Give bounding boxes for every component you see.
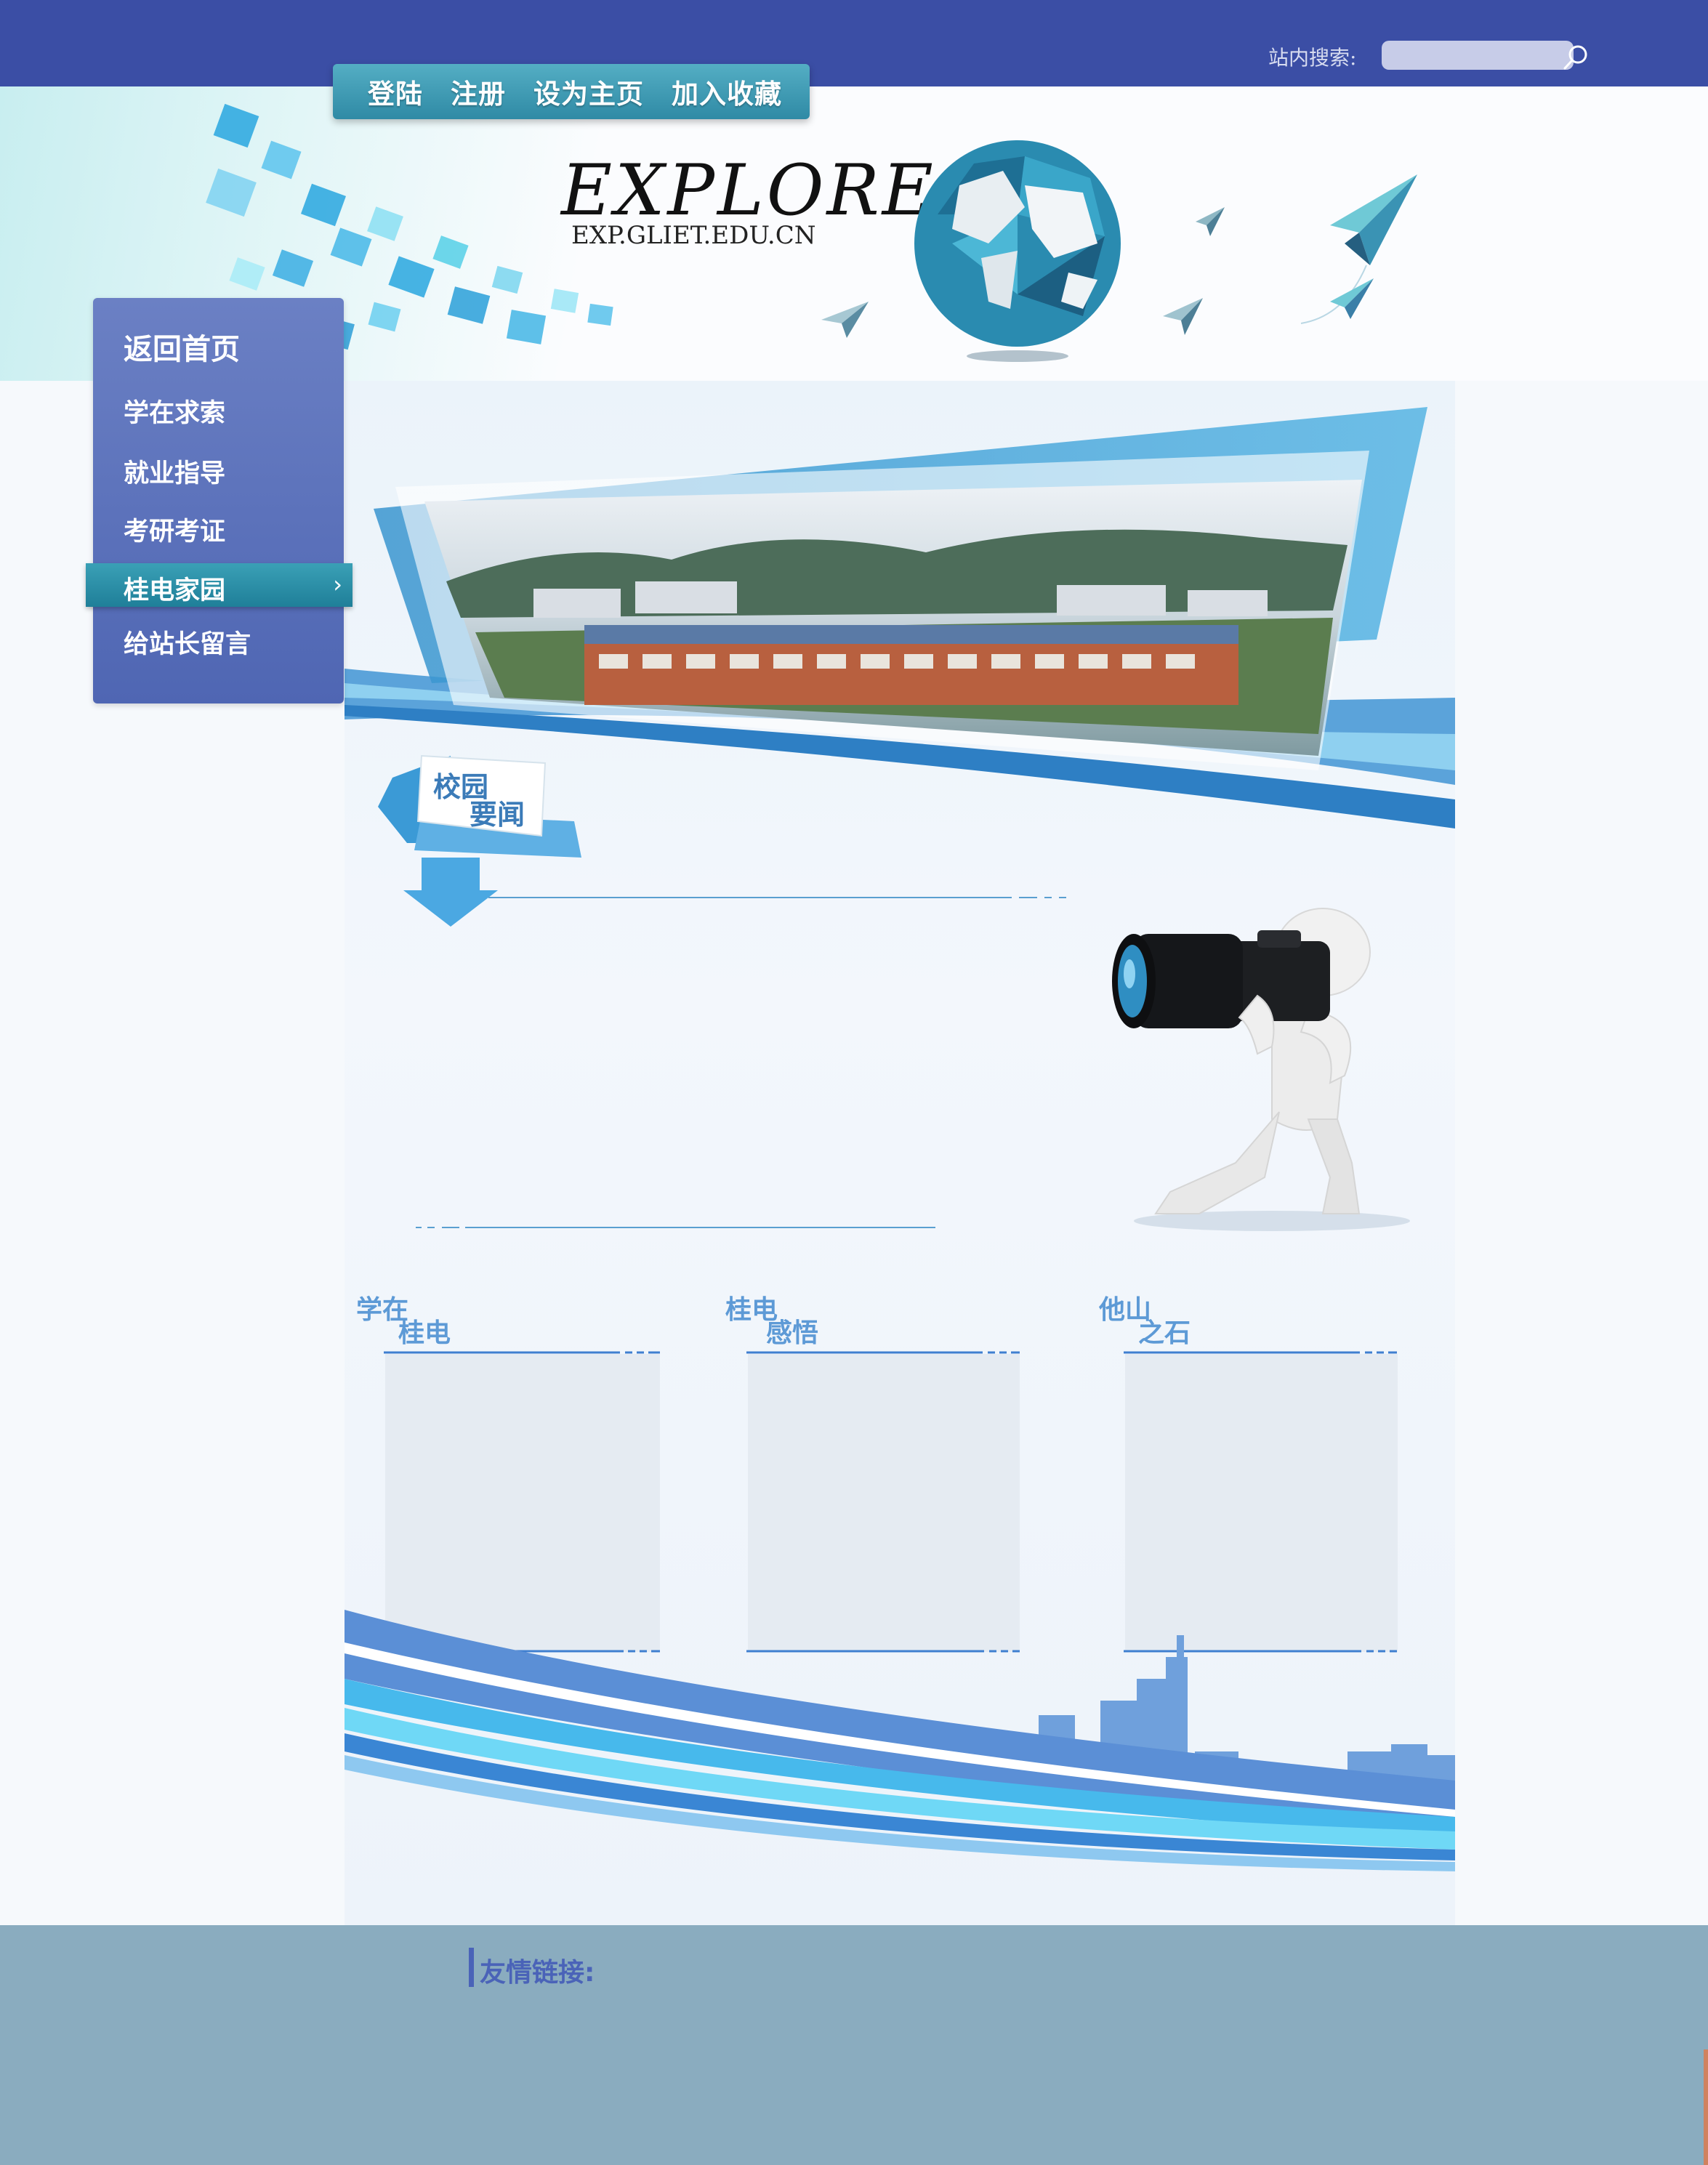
menu-item-message[interactable]: 给站长留言 [124, 624, 251, 661]
add-favorite-link[interactable]: 加入收藏 [672, 72, 782, 111]
menu-home[interactable]: 返回首页 [124, 326, 240, 368]
side-menu: 返回首页 学在求索 就业指导 考研考证 给站长留言 [93, 298, 344, 703]
news-title-line2: 要闻 [470, 799, 525, 831]
menu-item-label: 桂电家园 [124, 576, 226, 605]
search-input[interactable] [1382, 41, 1574, 70]
search-icon[interactable] [1560, 41, 1591, 72]
menu-item-career[interactable]: 就业指导 [124, 453, 225, 490]
menu-item-exams[interactable]: 考研考证 [124, 511, 225, 548]
footer-accent-bar [469, 1948, 474, 1987]
search-label: 站内搜索: [1268, 46, 1357, 70]
register-link[interactable]: 注册 [451, 72, 506, 111]
paper-planes-decoration [821, 174, 1417, 338]
set-homepage-link[interactable]: 设为主页 [533, 72, 644, 111]
news-divider-top [488, 897, 1066, 898]
section-title-study-line2: 桂电 [398, 1318, 451, 1348]
site-domain: EXP.GLIET.EDU.CN [571, 221, 816, 250]
section-title-others-line2: 之石 [1138, 1318, 1191, 1348]
city-skyline-waves [345, 1610, 1455, 1871]
news-tag: 校园 要闻 [363, 734, 596, 938]
section-title-insight-line2: 感悟 [766, 1318, 819, 1348]
menu-item-campus-home[interactable]: 桂电家园 › [86, 563, 353, 607]
menu-item-study[interactable]: 学在求索 [124, 392, 225, 430]
chevron-right-icon: › [333, 571, 342, 598]
photographer-figure [1112, 908, 1410, 1231]
news-divider-bottom [416, 1227, 935, 1228]
footer-edge-strip [1704, 2049, 1708, 2165]
news-list-area [422, 912, 1061, 1217]
top-nav: 登陆 注册 设为主页 加入收藏 [333, 64, 810, 119]
footer [0, 1925, 1708, 2165]
login-link[interactable]: 登陆 [368, 72, 423, 111]
friend-links-title: 友情链接: [480, 1958, 595, 1988]
